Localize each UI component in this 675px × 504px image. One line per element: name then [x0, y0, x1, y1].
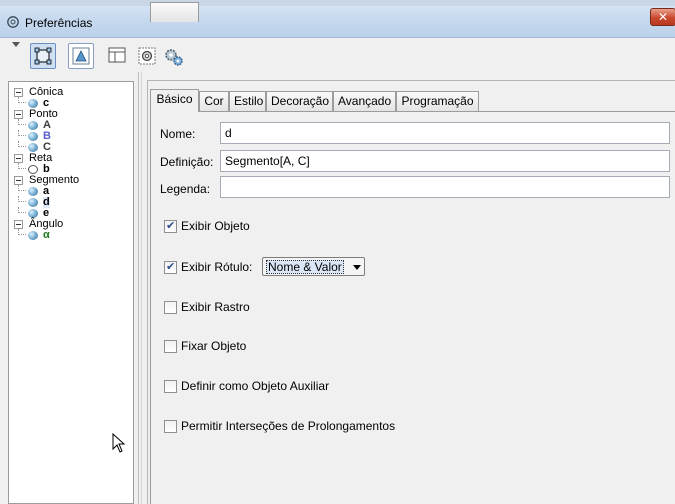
tree-connector — [18, 196, 26, 202]
tree-connector — [18, 163, 26, 169]
defaults-button[interactable] — [134, 43, 160, 69]
object-point-icon — [28, 209, 38, 218]
show-object-label: Exibir Objeto — [181, 219, 250, 233]
graphics-view-button[interactable] — [30, 43, 56, 69]
definition-input[interactable] — [220, 150, 670, 172]
definition-label: Definição: — [160, 155, 214, 169]
show-label-checkbox[interactable] — [164, 260, 177, 274]
layout-button[interactable] — [105, 43, 131, 69]
defaults-icon — [138, 47, 156, 65]
tab-avancado[interactable]: Avançado — [333, 91, 396, 111]
tree-connector — [18, 119, 26, 125]
split-pane-divider[interactable] — [138, 72, 142, 504]
tree-item-label: α — [43, 229, 50, 241]
tree-connector — [18, 185, 26, 191]
collapse-icon[interactable] — [14, 154, 23, 163]
object-point-icon — [28, 132, 38, 141]
tab-cor[interactable]: Cor — [199, 91, 229, 111]
object-point-icon — [28, 99, 38, 108]
background-window-strip — [0, 0, 675, 6]
name-input[interactable] — [220, 122, 670, 144]
name-label: Nome: — [160, 127, 196, 141]
object-point-icon — [28, 231, 38, 240]
label-mode-select[interactable]: Nome & Valor — [262, 257, 365, 276]
object-point-icon — [28, 143, 38, 152]
toolbar — [0, 38, 675, 72]
tree-connector — [18, 97, 26, 103]
caption-label: Legenda: — [160, 182, 211, 196]
chevron-down-icon — [353, 265, 361, 270]
collapse-icon[interactable] — [14, 110, 23, 119]
allow-intersections-label: Permitir Interseções de Prolongamentos — [181, 419, 396, 433]
auxiliary-object-checkbox[interactable] — [164, 380, 177, 393]
tab-basico[interactable] — [150, 2, 199, 22]
advanced-settings-icon — [165, 49, 183, 66]
fix-object-checkbox[interactable] — [164, 340, 177, 353]
preferences-gear-icon — [7, 16, 19, 28]
advanced-settings-button[interactable] — [160, 43, 186, 69]
graphics-view-icon — [34, 47, 52, 65]
show-object-checkbox[interactable] — [164, 219, 177, 233]
fix-object-label: Fixar Objeto — [181, 339, 247, 353]
collapse-icon[interactable] — [14, 88, 23, 97]
tree-group-label: Segmento — [29, 174, 80, 186]
auxiliary-object-label: Definir como Objeto Auxiliar — [181, 379, 330, 393]
tab-decoracao[interactable]: Decoração — [266, 91, 333, 111]
window-title: Preferências — [25, 16, 93, 30]
close-button[interactable]: ✕ — [650, 8, 675, 26]
layout-icon — [108, 47, 126, 63]
mouse-cursor-icon — [112, 433, 126, 453]
object-point-icon — [28, 198, 38, 207]
tree-connector — [18, 229, 26, 235]
toolbar-menu-arrow-icon[interactable] — [12, 42, 20, 47]
tree-connector — [18, 207, 26, 213]
label-mode-value: Nome & Valor — [266, 260, 344, 274]
show-trace-checkbox[interactable] — [164, 301, 177, 314]
object-point-icon — [28, 187, 38, 196]
object-point-icon — [28, 121, 38, 130]
collapse-icon[interactable] — [14, 176, 23, 185]
tree-connector — [18, 141, 26, 147]
show-trace-label: Exibir Rastro — [181, 300, 250, 314]
title-bar: Preferências ✕ — [0, 0, 675, 38]
object-point-icon — [28, 165, 38, 174]
graphics-view-2-button[interactable] — [68, 43, 94, 69]
tab-programacao[interactable]: Programação — [396, 91, 479, 111]
collapse-icon[interactable] — [14, 220, 23, 229]
tree-connector — [18, 130, 26, 136]
tab-basico[interactable]: Básico — [150, 89, 199, 112]
caption-input[interactable] — [220, 176, 670, 198]
graphics-view-2-icon — [72, 47, 90, 65]
tab-estilo[interactable]: Estilo — [229, 91, 266, 111]
allow-intersections-checkbox[interactable] — [164, 420, 177, 433]
show-label-label: Exibir Rótulo: — [181, 260, 253, 274]
